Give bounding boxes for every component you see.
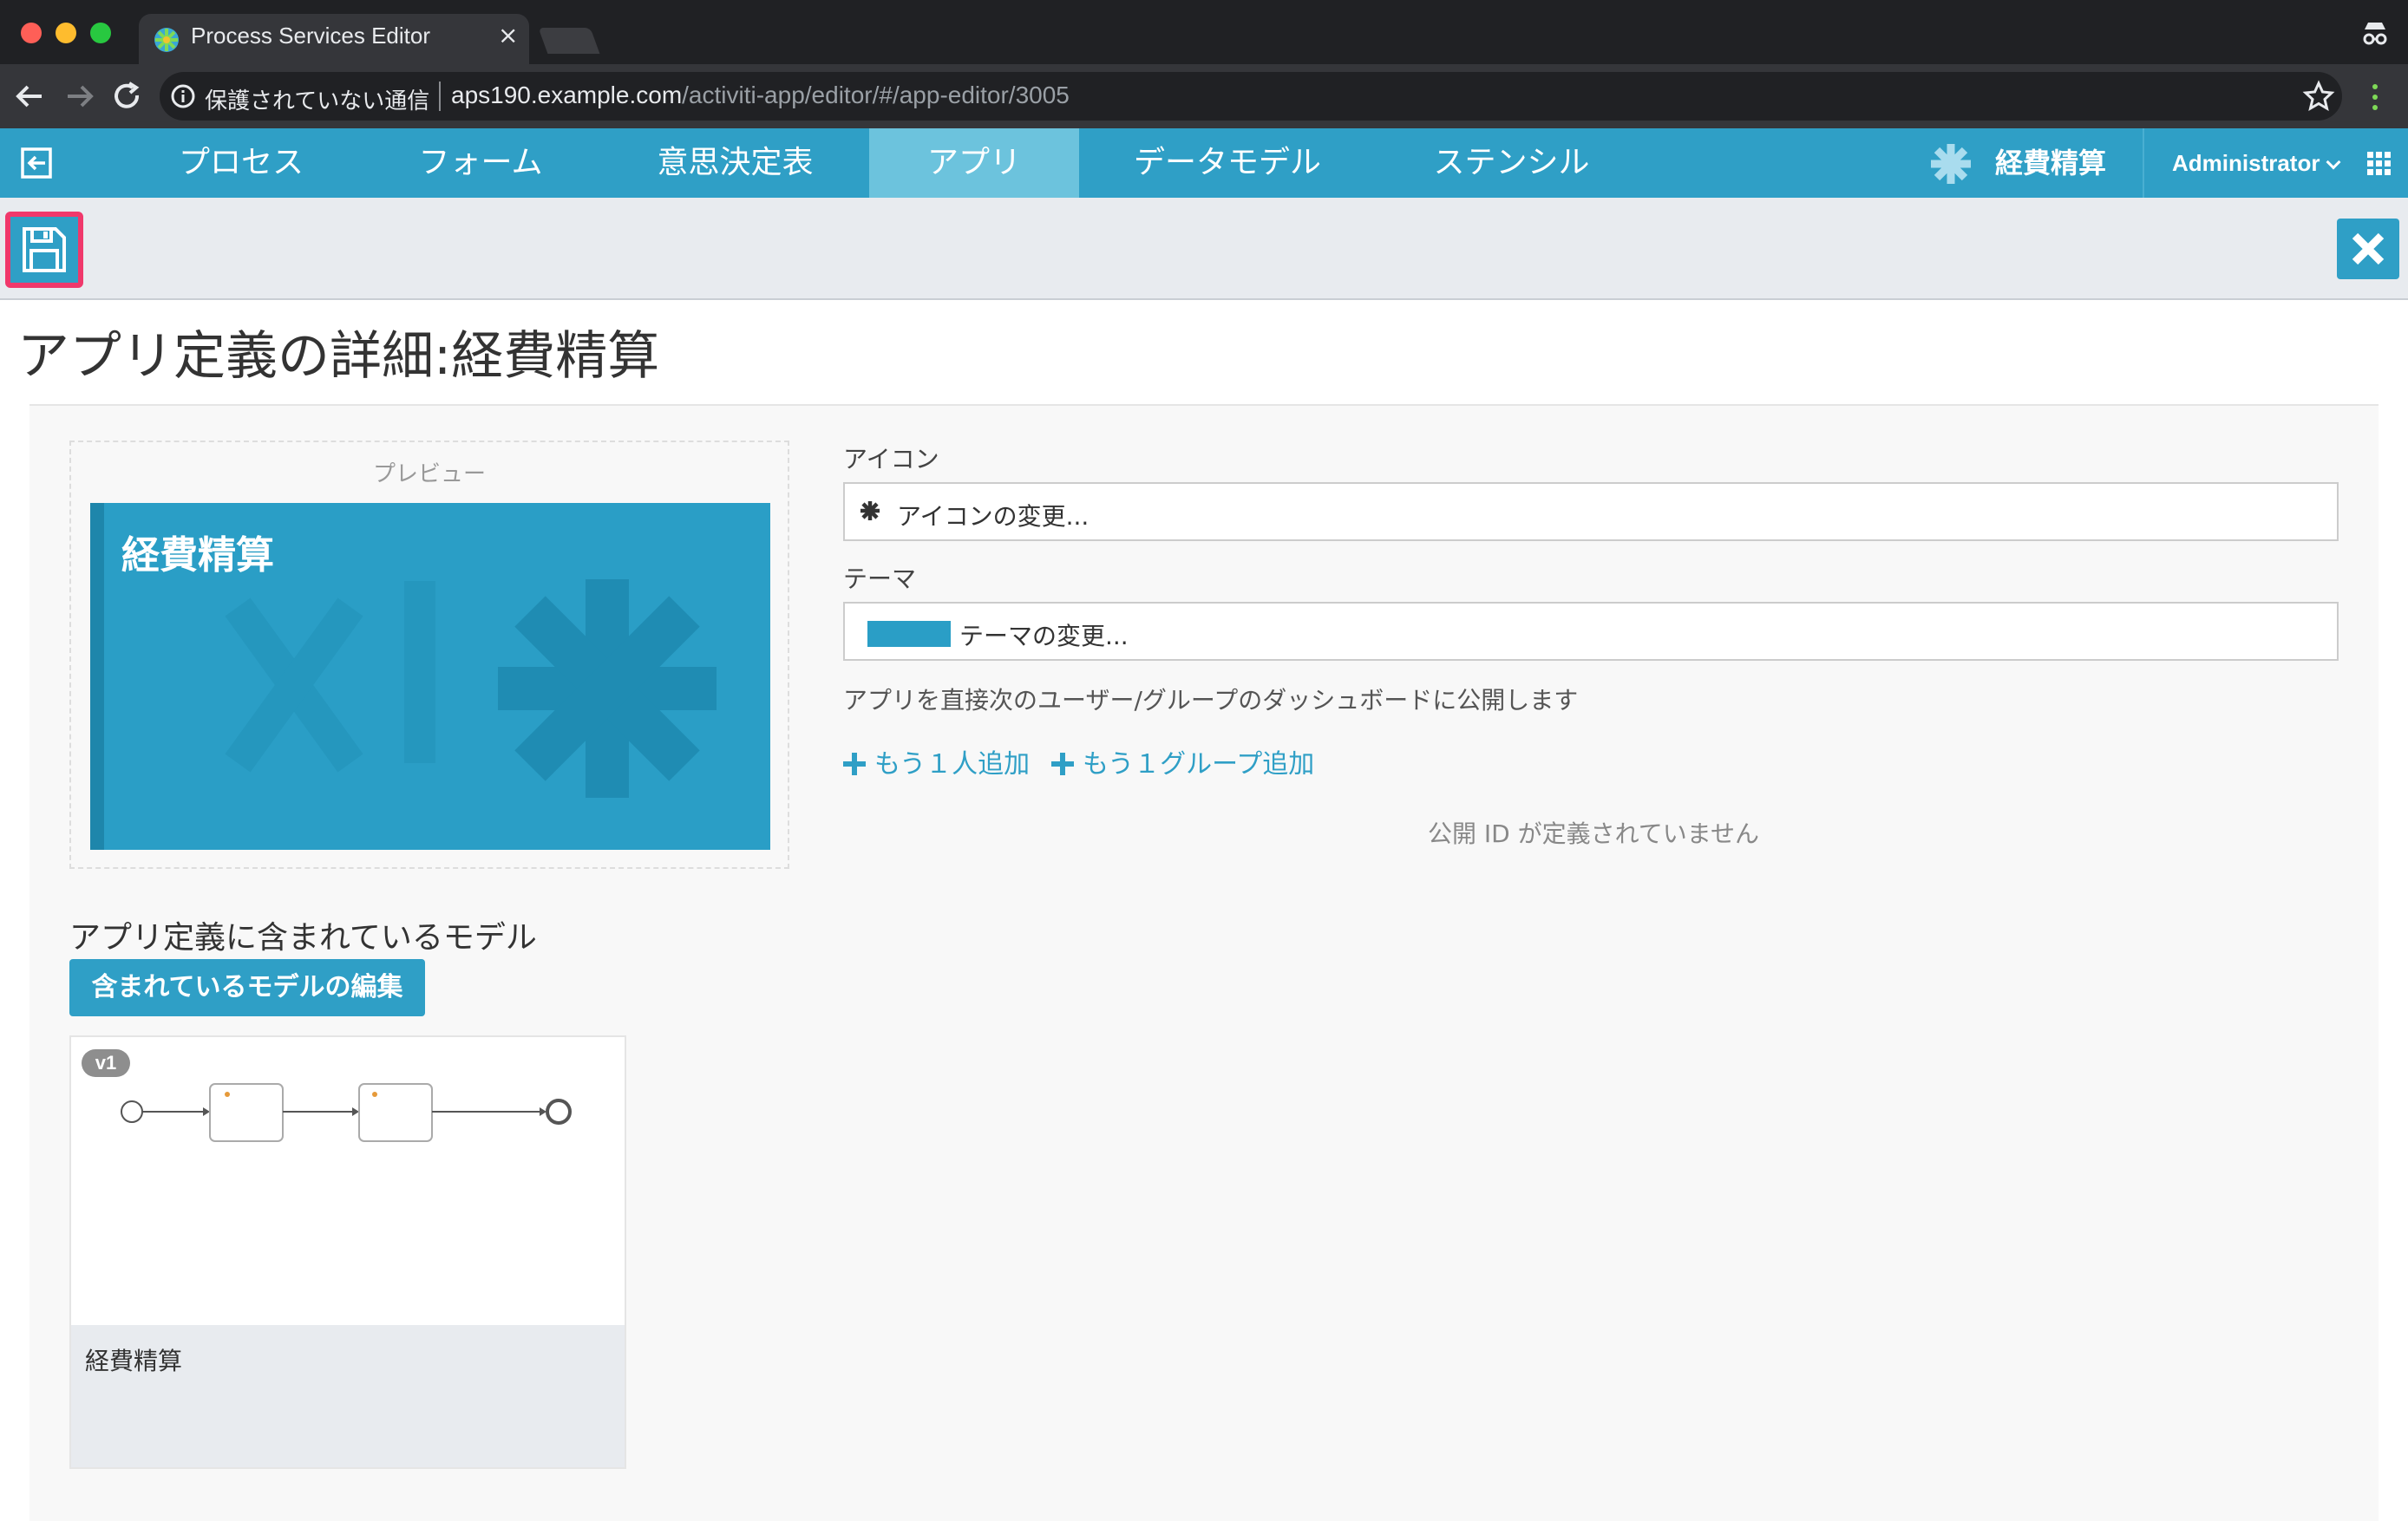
chevron-down-icon — [2326, 154, 2341, 170]
nav-item-process[interactable]: プロセス — [146, 128, 337, 198]
tile-accent-strip — [90, 503, 104, 850]
floppy-disk-icon — [23, 227, 66, 272]
add-user-link[interactable]: もう１人追加 — [843, 742, 1030, 780]
page-title: アプリ定義の詳細:経費精算 — [17, 326, 660, 387]
window-close-button[interactable] — [21, 23, 42, 43]
plus-icon — [1051, 753, 1074, 775]
close-icon — [2352, 232, 2385, 265]
publish-description: アプリを直接次のユーザー/グループのダッシュボードに公開します — [843, 686, 1579, 715]
security-label[interactable]: 保護されていない通信 — [205, 83, 429, 115]
incognito-icon — [2363, 23, 2387, 45]
add-group-label: もう１グループ追加 — [1083, 749, 1315, 780]
nav-item-app[interactable]: アプリ — [869, 128, 1079, 198]
no-publish-id-message: 公開 ID が定義されていません — [1428, 819, 1759, 848]
tile-title: 経費精算 — [121, 533, 274, 578]
browser-toolbar: 保護されていない通信 aps190.example.com/activiti-a… — [0, 64, 2408, 128]
edit-included-models-button[interactable]: 含まれているモデルの編集 — [69, 959, 425, 1016]
process-thumbnail — [71, 1037, 625, 1325]
app-favicon-icon — [154, 28, 179, 52]
bookmark-star-icon[interactable] — [2302, 80, 2335, 113]
back-to-landing-icon[interactable] — [17, 144, 56, 182]
kebab-menu-icon[interactable] — [2366, 82, 2384, 113]
theme-label: テーマ — [843, 565, 917, 593]
nav-item-form[interactable]: フォーム — [385, 128, 576, 198]
nav-divider — [2143, 128, 2144, 198]
window-minimize-button[interactable] — [56, 23, 76, 43]
nav-item-data-model[interactable]: データモデル — [1119, 128, 1336, 198]
apps-grid-icon[interactable] — [2366, 151, 2392, 177]
included-models-heading: アプリ定義に含まれているモデル — [69, 920, 537, 956]
address-separator — [439, 82, 441, 111]
tab-close-icon[interactable]: × — [498, 21, 518, 49]
window-zoom-button[interactable] — [90, 23, 111, 43]
back-icon[interactable] — [12, 78, 49, 114]
nav-item-decision-table[interactable]: 意思決定表 — [625, 128, 846, 198]
asterisk-icon — [860, 501, 880, 520]
nav-item-stencil[interactable]: ステンシル — [1414, 128, 1609, 198]
add-group-link[interactable]: もう１グループ追加 — [1051, 742, 1314, 780]
forward-icon[interactable] — [61, 78, 97, 114]
model-name: 経費精算 — [85, 1347, 183, 1375]
new-tab-button[interactable] — [538, 28, 600, 54]
plus-icon — [843, 753, 866, 775]
app-preview-tile: 経費精算 — [90, 503, 770, 850]
save-button[interactable] — [5, 212, 83, 288]
editor-action-bar — [0, 198, 2408, 300]
model-card-footer: 経費精算 — [71, 1325, 625, 1467]
change-icon-label: アイコンの変更... — [897, 502, 1089, 531]
process-diagram-icon — [121, 1083, 572, 1142]
preview-label: プレビュー — [372, 461, 486, 487]
app-navbar: プロセス フォーム 意思決定表 アプリ データモデル ステンシル 経費精算 Ad… — [0, 128, 2408, 208]
version-badge: v1 — [82, 1049, 130, 1077]
browser-tab-bar: Process Services Editor × — [0, 0, 2408, 64]
user-menu[interactable]: Administrator — [2172, 128, 2341, 198]
add-user-label: もう１人追加 — [874, 749, 1031, 780]
user-name: Administrator — [2172, 150, 2320, 176]
reload-icon[interactable] — [109, 78, 146, 114]
url-host: aps190.example.com — [451, 82, 683, 108]
url-path: /activiti-app/editor/#/app-editor/3005 — [682, 82, 1070, 108]
info-icon[interactable] — [170, 83, 196, 109]
theme-color-swatch — [867, 621, 951, 647]
tab-title: Process Services Editor — [191, 23, 430, 49]
current-app-name: 経費精算 — [1995, 147, 2107, 180]
icon-label: アイコン — [843, 445, 939, 473]
close-editor-button[interactable] — [2337, 219, 2399, 279]
url-text[interactable]: aps190.example.com/activiti-app/editor/#… — [451, 82, 1070, 109]
change-theme-label: テーマの変更... — [959, 622, 1129, 650]
asterisk-icon — [1931, 144, 1971, 184]
model-card[interactable]: v1 経費精算 — [69, 1035, 626, 1469]
